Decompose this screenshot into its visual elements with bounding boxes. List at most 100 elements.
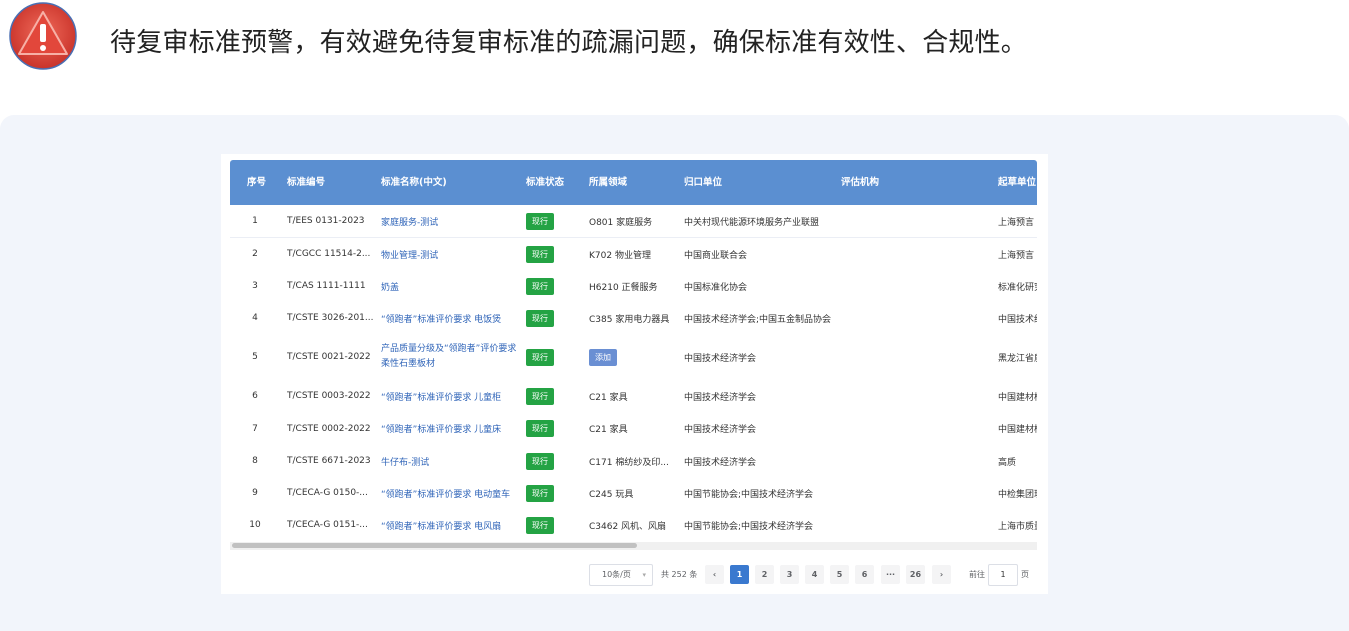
goto-page-input[interactable]: 1 — [988, 564, 1018, 586]
status-badge: 现行 — [526, 420, 554, 437]
cell-text: 中国建材检 — [998, 425, 1037, 435]
cell-status: 现行 — [526, 270, 584, 302]
cell-seq: 9 — [230, 477, 280, 509]
cell-drafter: 中国建材检 — [998, 380, 1037, 412]
table-row[interactable]: 7 T/CSTE 0002-2022 “领跑者”标准评价要求 儿童床 现行 C21 家具… — [230, 412, 1037, 446]
header-drafter: 起草单位 — [998, 177, 1037, 188]
cell-code: T/CECA-G 0151-... — [287, 509, 375, 540]
cell-status: 现行 — [526, 412, 584, 445]
cell-text: 上海市质量 — [998, 521, 1037, 532]
cell-text: 上海预言 — [998, 250, 1035, 261]
next-page-button[interactable]: › — [932, 565, 951, 584]
more-pages-icon[interactable]: ··· — [881, 565, 900, 584]
cell-unit: 中国技术经济学会 — [684, 412, 839, 445]
cell-code: T/CSTE 0021-2022 — [287, 334, 375, 380]
cell-field: C171 棉纺纱及印... — [589, 445, 679, 477]
cell-field: C21 家具 — [589, 380, 679, 412]
table-row[interactable]: 5 T/CSTE 0021-2022 产品质量分级及“领跑者”评价要求 柔性石墨板材… — [230, 334, 1037, 381]
cell-status: 现行 — [526, 380, 584, 412]
table-row[interactable]: 1 T/EES 0131-2023 家庭服务-测试 现行 O801 家庭服务 中关村现代能… — [230, 205, 1037, 238]
cell-unit: 中国标准化协会 — [684, 270, 839, 302]
table-row[interactable]: 9 T/CECA-G 0150-... “领跑者”标准评价要求 电动童车 现行 C245… — [230, 477, 1037, 510]
cell-text[interactable]: 产品质量分级及“领跑者”评价要求 柔性石墨板材 — [381, 342, 521, 372]
cell-text[interactable]: 家庭服务-测试 — [381, 215, 438, 228]
cell-code: T/CSTE 0002-2022 — [287, 412, 375, 445]
cell-field: K702 物业管理 — [589, 238, 679, 270]
cell-name[interactable]: “领跑者”标准评价要求 电风扇 — [381, 509, 521, 540]
page-button[interactable]: 26 — [906, 565, 925, 584]
page-button[interactable]: 3 — [780, 565, 799, 584]
cell-name[interactable]: “领跑者”标准评价要求 电饭煲 — [381, 302, 521, 334]
cell-text: H6210 正餐服务 — [589, 282, 658, 293]
cell-seq: 10 — [230, 509, 280, 540]
cell-text[interactable]: 奶盖 — [381, 280, 399, 293]
cell-text: T/EES 0131-2023 — [287, 216, 365, 226]
cell-name[interactable]: “领跑者”标准评价要求 儿童柜 — [381, 380, 521, 412]
cell-text: 中国技术经济 — [998, 314, 1037, 325]
cell-text: C171 棉纺纱及印... — [589, 457, 669, 468]
page-button[interactable]: 4 — [805, 565, 824, 584]
cell-name[interactable]: 牛仔布-测试 — [381, 445, 521, 477]
cell-code: T/CSTE 3026-201... — [287, 302, 375, 334]
table-row[interactable]: 10 T/CECA-G 0151-... “领跑者”标准评价要求 电风扇 现行 C346… — [230, 509, 1037, 540]
cell-text: 2 — [252, 249, 258, 259]
table-row[interactable]: 8 T/CSTE 6671-2023 牛仔布-测试 现行 C171 棉纺纱及印... 中国… — [230, 445, 1037, 478]
cell-status: 现行 — [526, 477, 584, 509]
table-row[interactable]: 4 T/CSTE 3026-201... “领跑者”标准评价要求 电饭煲 现行 C385… — [230, 302, 1037, 335]
cell-text[interactable]: “领跑者”标准评价要求 电风扇 — [381, 519, 501, 532]
horizontal-scrollbar[interactable] — [230, 542, 1037, 550]
cell-text: 1 — [252, 216, 258, 226]
page-button[interactable]: 6 — [855, 565, 874, 584]
cell-eval — [841, 412, 991, 445]
page-button[interactable]: 2 — [755, 565, 774, 584]
table-row[interactable]: 6 T/CSTE 0003-2022 “领跑者”标准评价要求 儿童柜 现行 C21 家具… — [230, 380, 1037, 413]
cell-text: T/CSTE 0002-2022 — [287, 423, 371, 434]
page-size-select[interactable]: 10条/页 ▾ — [589, 564, 653, 586]
page-button[interactable]: 5 — [830, 565, 849, 584]
cell-name[interactable]: 家庭服务-测试 — [381, 205, 521, 237]
table-row[interactable]: 2 T/CGCC 11514-2... 物业管理-测试 现行 K702 物业管理 中国商业… — [230, 238, 1037, 271]
cell-text: 中国节能协会;中国技术经济学会 — [684, 521, 814, 532]
cell-text: 8 — [252, 456, 258, 466]
warning-icon — [8, 2, 78, 70]
cell-text[interactable]: “领跑者”标准评价要求 电动童车 — [381, 487, 510, 500]
cell-text: T/CSTE 6671-2023 — [287, 456, 371, 466]
cell-text[interactable]: “领跑者”标准评价要求 儿童床 — [381, 422, 501, 435]
scrollbar-thumb[interactable] — [232, 543, 637, 548]
cell-text[interactable]: 牛仔布-测试 — [381, 455, 429, 468]
cell-text: 5 — [252, 352, 258, 362]
cell-text: 中国商业联合会 — [684, 250, 748, 261]
cell-drafter: 上海预言 — [998, 205, 1037, 237]
cell-text: 4 — [252, 313, 258, 323]
cell-unit: 中国技术经济学会 — [684, 380, 839, 412]
cell-text: 高质 — [998, 457, 1017, 468]
cell-text: 中检集团玩 — [998, 489, 1037, 500]
cell-text[interactable]: 物业管理-测试 — [381, 248, 438, 261]
cell-text[interactable]: “领跑者”标准评价要求 电饭煲 — [381, 312, 501, 325]
cell-name[interactable]: 物业管理-测试 — [381, 238, 521, 270]
cell-name[interactable]: 产品质量分级及“领跑者”评价要求 柔性石墨板材 — [381, 334, 521, 380]
header-unit: 归口单位 — [684, 177, 723, 188]
header-seq: 序号 — [247, 177, 267, 188]
prev-page-button[interactable]: ‹ — [705, 565, 724, 584]
cell-name[interactable]: “领跑者”标准评价要求 电动童车 — [381, 477, 521, 509]
cell-drafter: 上海市质量 — [998, 509, 1037, 540]
goto-unit: 页 — [1021, 570, 1029, 579]
cell-text[interactable]: “领跑者”标准评价要求 儿童柜 — [381, 390, 501, 403]
cell-eval — [841, 445, 991, 477]
add-field-button[interactable]: 添加 — [589, 348, 617, 366]
cell-text: C21 家具 — [589, 392, 628, 403]
page-headline: 待复审标准预警，有效避免待复审标准的疏漏问题，确保标准有效性、合规性。 — [110, 28, 1028, 58]
cell-seq: 2 — [230, 238, 280, 270]
cell-text: T/CECA-G 0151-... — [287, 520, 368, 530]
cell-status: 现行 — [526, 334, 584, 380]
table-row[interactable]: 3 T/CAS 1111-1111 奶盖 现行 H6210 正餐服务 中国标准化协会 标准化… — [230, 270, 1037, 303]
header-eval: 评估机构 — [841, 177, 880, 188]
page-button[interactable]: 1 — [730, 565, 749, 584]
cell-name[interactable]: “领跑者”标准评价要求 儿童床 — [381, 412, 521, 445]
cell-unit: 中国技术经济学会;中国五金制品协会 — [684, 302, 839, 334]
cell-seq: 3 — [230, 270, 280, 302]
cell-code: T/EES 0131-2023 — [287, 205, 375, 237]
cell-name[interactable]: 奶盖 — [381, 270, 521, 302]
cell-text: K702 物业管理 — [589, 250, 651, 261]
